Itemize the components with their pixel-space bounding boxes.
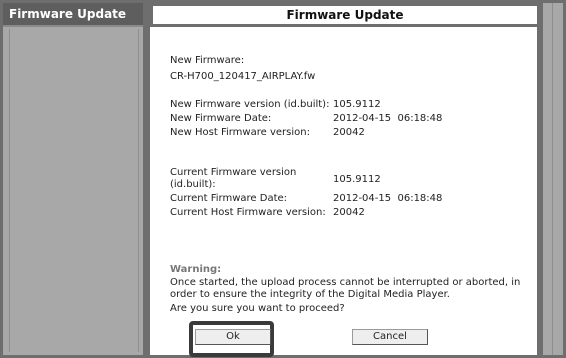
page-title: Firmware Update [153,6,537,24]
main-frame: Firmware Update New Firmware: CR-H700_12… [145,3,563,357]
new-host-firmware-label: New Host Firmware version: [170,126,310,138]
new-firmware-date-row: New Firmware Date: 2012-04-15 06:18:48 [170,111,442,125]
current-firmware-date-label: Current Firmware Date: [170,192,288,204]
sidebar-title: Firmware Update [3,3,143,27]
current-firmware-version-label: Current Firmware version (id.built): [170,167,297,190]
warning-section: Warning: Once started, the upload proces… [170,264,530,315]
current-firmware-version-row: Current Firmware version (id.built): 105… [170,167,442,191]
new-firmware-section: New Firmware: CR-H700_120417_AIRPLAY.fw [170,53,315,83]
current-firmware-version-value: 105.9112 [333,173,381,185]
ok-button[interactable]: Ok [195,329,271,345]
warning-text: Once started, the upload process cannot … [170,277,521,300]
current-host-firmware-value: 20042 [333,206,365,218]
new-firmware-version-value: 105.9112 [333,98,381,110]
current-host-firmware-row: Current Host Firmware version: 20042 [170,205,442,219]
firmware-update-panel: New Firmware: CR-H700_120417_AIRPLAY.fw … [150,27,537,357]
cancel-button[interactable]: Cancel [352,329,428,345]
new-firmware-date-value: 2012-04-15 06:18:48 [333,112,443,124]
new-firmware-label: New Firmware: [170,54,245,66]
warning-title: Warning: [170,264,222,275]
current-firmware-date-row: Current Firmware Date: 2012-04-15 06:18:… [170,191,442,205]
new-host-firmware-value: 20042 [333,126,365,138]
current-firmware-details: Current Firmware version (id.built): 105… [170,167,442,219]
new-firmware-version-row: New Firmware version (id.built): 105.911… [170,97,442,111]
sidebar: Firmware Update [3,3,143,355]
new-firmware-details: New Firmware version (id.built): 105.911… [170,97,442,139]
right-rail [543,3,563,355]
confirm-text: Are you sure you want to proceed? [170,303,345,314]
new-host-firmware-row: New Host Firmware version: 20042 [170,125,442,139]
sidebar-body [9,29,139,352]
new-firmware-file: CR-H700_120417_AIRPLAY.fw [170,70,316,82]
current-host-firmware-label: Current Host Firmware version: [170,206,326,218]
current-firmware-date-value: 2012-04-15 06:18:48 [333,192,443,204]
new-firmware-date-label: New Firmware Date: [170,112,272,124]
new-firmware-version-label: New Firmware version (id.built): [170,98,330,110]
